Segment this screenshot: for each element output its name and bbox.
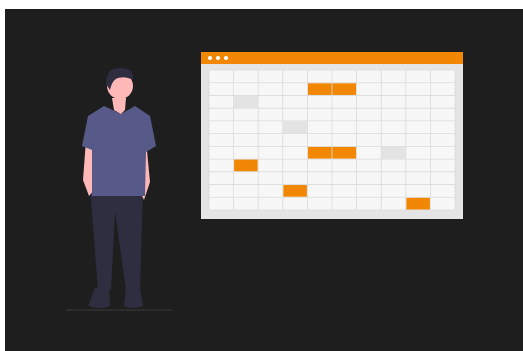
person-right-leg: [112, 188, 143, 290]
person-right-shoe: [124, 288, 143, 308]
person-left-shoe: [88, 288, 110, 308]
person-left-leg: [90, 188, 116, 290]
person-illustration: [66, 68, 172, 311]
person-shirt: [82, 106, 156, 196]
